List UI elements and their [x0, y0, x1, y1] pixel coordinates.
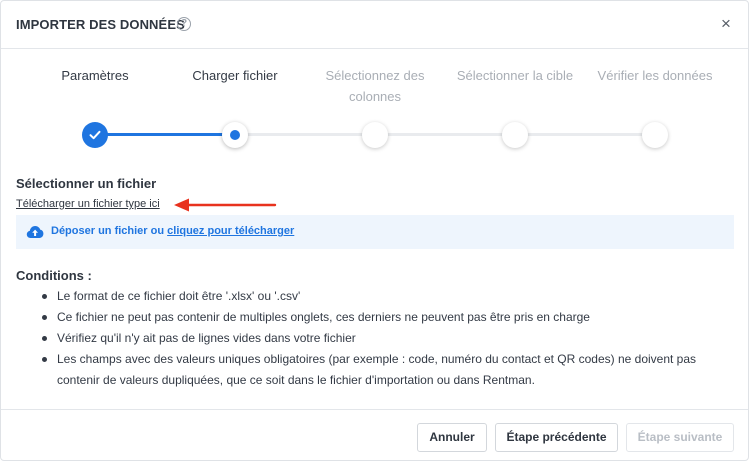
file-dropzone[interactable]: Déposer un fichier ou cliquez pour téléc…: [16, 215, 734, 249]
annotation-arrow-icon: [174, 198, 277, 212]
condition-item: Ce fichier ne peut pas contenir de multi…: [42, 307, 742, 328]
question-circle-icon[interactable]: ?: [177, 17, 191, 31]
dropzone-text: Déposer un fichier ou cliquez pour téléc…: [51, 225, 294, 237]
conditions-list: Le format de ce fichier doit être '.xlsx…: [42, 286, 742, 391]
conditions-heading: Conditions :: [16, 268, 92, 283]
download-template-link[interactable]: Télécharger un fichier type ici: [16, 198, 160, 210]
step-node-current-dot: [230, 130, 240, 140]
step-node-done: [82, 122, 108, 148]
step-label-line: Charger fichier: [192, 68, 278, 83]
dropzone-label: Déposer un fichier ou: [51, 225, 168, 237]
cancel-button[interactable]: Annuler: [417, 423, 487, 452]
cloud-upload-icon: [26, 226, 44, 238]
stepper-track-done: [95, 133, 235, 136]
step-node-pending: [362, 122, 388, 148]
step-label-verifier-donnees: Vérifier les données: [585, 65, 725, 86]
next-step-button[interactable]: Étape suivante: [626, 423, 734, 452]
dialog-footer: Annuler Étape précédente Étape suivante: [1, 409, 748, 461]
previous-step-button[interactable]: Étape précédente: [495, 423, 618, 452]
condition-item: Les champs avec des valeurs uniques obli…: [42, 349, 742, 391]
step-label-line: Paramètres: [61, 68, 129, 83]
condition-item: Le format de ce fichier doit être '.xlsx…: [42, 286, 742, 307]
import-dialog: IMPORTER DES DONNÉES ? × Paramètres Char…: [0, 0, 749, 461]
step-label-line: colonnes: [348, 89, 402, 104]
step-node-pending: [502, 122, 528, 148]
step-label-line: Sélectionner la cible: [456, 68, 574, 83]
click-to-upload-link[interactable]: cliquez pour télécharger: [167, 225, 294, 237]
step-node-current: [222, 122, 248, 148]
step-node-pending: [642, 122, 668, 148]
step-label-selectionner-cible: Sélectionner la cible: [445, 65, 585, 86]
select-file-heading: Sélectionner un fichier: [16, 176, 157, 191]
step-label-charger-fichier: Charger fichier: [165, 65, 305, 86]
dialog-title: IMPORTER DES DONNÉES: [16, 17, 185, 32]
dialog-header: IMPORTER DES DONNÉES ? ×: [1, 1, 748, 49]
step-label-line: Vérifier les données: [597, 68, 713, 83]
step-label-selectionnez-colonnes: Sélectionnez des colonnes: [305, 65, 445, 107]
checkmark-icon: [89, 130, 101, 140]
step-label-line: Sélectionnez des: [325, 68, 425, 83]
condition-item: Vérifiez qu'il n'y ait pas de lignes vid…: [42, 328, 742, 349]
close-icon[interactable]: ×: [717, 15, 735, 33]
stepper-track-pending: [235, 133, 655, 136]
step-label-parametres: Paramètres: [25, 65, 165, 86]
